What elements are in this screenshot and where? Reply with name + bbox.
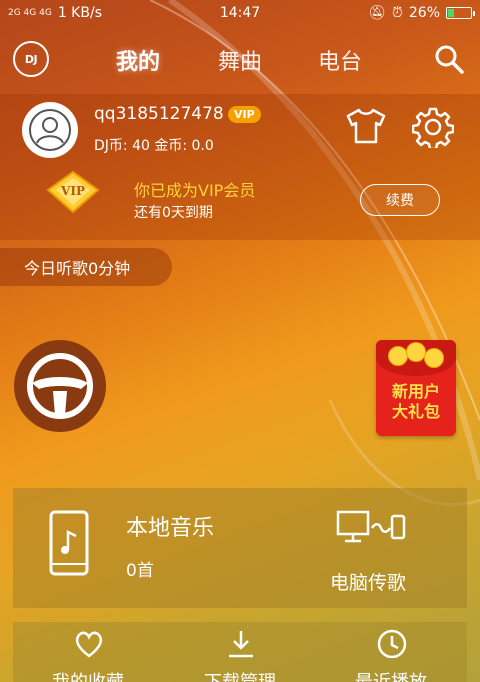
clock-icon xyxy=(377,629,407,659)
bottom-menu: 我的收藏 下载管理 最近播放 xyxy=(13,622,467,682)
alarm-icon: ⏰︎ xyxy=(391,5,403,21)
vip-status: 你已成为VIP会员 xyxy=(134,181,256,200)
phone-music-icon[interactable] xyxy=(49,510,89,576)
avatar[interactable] xyxy=(22,102,78,158)
favorites-label: 我的收藏 xyxy=(18,668,158,682)
dj-logo-button[interactable]: DJ xyxy=(13,41,49,77)
gift-line-1: 新用户 xyxy=(391,382,440,401)
heart-icon xyxy=(75,631,103,658)
coin-icon xyxy=(388,346,408,366)
driving-mode-button[interactable] xyxy=(14,340,106,432)
tab-mine[interactable]: 我的 xyxy=(116,44,160,76)
signal-indicator: 2G 4G 4G xyxy=(8,7,52,18)
profile-section: qq3185127478 VIP DJ币: 40 金币: 0.0 VIP 你已成… xyxy=(0,94,480,240)
pc-transfer-icon[interactable] xyxy=(336,510,408,544)
steering-wheel-icon xyxy=(27,353,93,419)
vip-gem-label: VIP xyxy=(60,184,85,198)
battery-icon xyxy=(446,7,475,19)
vip-diamond-icon: VIP xyxy=(46,170,100,214)
listen-time-pill[interactable]: 今日听歌0分钟 xyxy=(0,248,172,286)
mute-icon: 🔕︎ xyxy=(368,5,386,21)
listen-time-text: 今日听歌0分钟 xyxy=(24,259,131,278)
download-manager-label: 下载管理 xyxy=(170,668,310,682)
user-avatar-icon xyxy=(29,109,71,151)
pc-transfer-label[interactable]: 电脑传歌 xyxy=(330,568,406,595)
top-nav: DJ 我的 舞曲 电台 xyxy=(0,30,480,90)
download-manager-button[interactable]: 下载管理 xyxy=(170,622,310,682)
renew-button[interactable]: 续费 xyxy=(360,184,440,216)
coin-balance: DJ币: 40 金币: 0.0 xyxy=(94,138,214,154)
skin-shirt-icon[interactable] xyxy=(344,106,388,146)
tab-dance-music[interactable]: 舞曲 xyxy=(218,44,262,76)
local-music-title[interactable]: 本地音乐 xyxy=(126,510,214,542)
battery-percent: 26% xyxy=(408,5,440,21)
local-music-count: 0首 xyxy=(126,561,154,581)
network-speed: 1 KB/s xyxy=(57,5,102,21)
dj-logo-text: DJ xyxy=(24,52,38,66)
status-bar: 2G 4G 4G 1 KB/s 14:47 🔕︎ ⏰︎ 26% xyxy=(0,0,480,26)
recent-play-button[interactable]: 最近播放 xyxy=(321,622,461,682)
local-music-card: 本地音乐 0首 电脑传歌 xyxy=(13,488,467,608)
new-user-gift-banner[interactable]: 新用户 大礼包 xyxy=(376,340,456,436)
coin-icon xyxy=(424,348,444,368)
recent-play-label: 最近播放 xyxy=(321,668,461,682)
download-icon xyxy=(229,631,253,658)
gift-line-2: 大礼包 xyxy=(391,402,440,421)
search-icon[interactable] xyxy=(432,42,466,76)
username[interactable]: qq3185127478 xyxy=(94,104,224,124)
vip-badge: VIP xyxy=(228,106,261,123)
favorites-button[interactable]: 我的收藏 xyxy=(18,622,158,682)
tab-radio[interactable]: 电台 xyxy=(318,44,362,76)
coin-icon xyxy=(406,342,426,362)
settings-gear-icon[interactable] xyxy=(412,106,454,148)
vip-expire: 还有0天到期 xyxy=(134,205,213,221)
gift-text: 新用户 大礼包 xyxy=(376,382,456,422)
